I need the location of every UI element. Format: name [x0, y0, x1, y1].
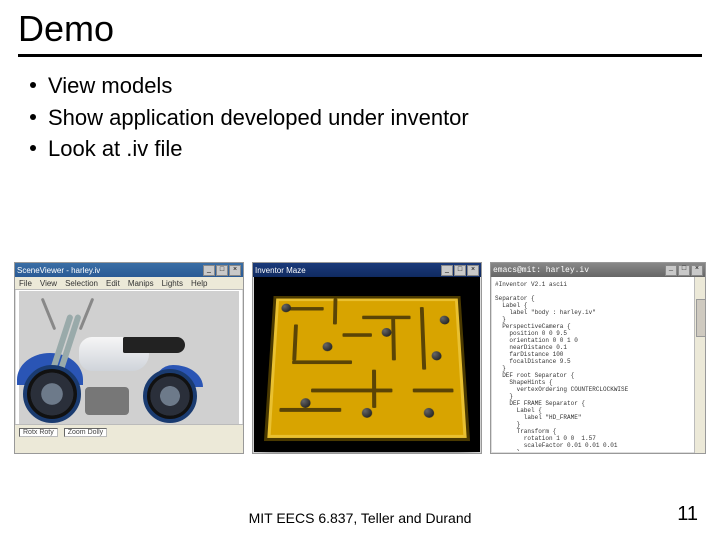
- menu-item: View: [40, 279, 57, 288]
- minimize-icon: _: [441, 265, 453, 276]
- iv-file-content: #Inventor V2.1 ascii Separator { Label {…: [493, 279, 695, 451]
- scrollbar: [694, 277, 705, 453]
- maze-hole: [431, 351, 441, 360]
- front-wheel: [23, 365, 81, 423]
- window-title: emacs@mit: harley.iv: [493, 266, 589, 275]
- page-number: 11: [677, 503, 698, 526]
- maximize-icon: □: [216, 265, 228, 276]
- maze-wall: [362, 316, 410, 319]
- window-titlebar: emacs@mit: harley.iv _ □ ×: [491, 263, 705, 277]
- maze-board: [264, 296, 470, 441]
- bullet-icon: [30, 114, 36, 120]
- maze-wall: [279, 408, 341, 412]
- bullet-list: View models Show application developed u…: [30, 71, 702, 164]
- bullet-text: Show application developed under invento…: [48, 103, 469, 133]
- bullet-icon: [30, 145, 36, 151]
- maximize-icon: □: [454, 265, 466, 276]
- maze-ball: [424, 408, 435, 418]
- window-titlebar: SceneViewer - harley.iv _ □ ×: [15, 263, 243, 277]
- maze-wall: [342, 333, 371, 337]
- menu-item: Manips: [128, 279, 154, 288]
- menu-item: Selection: [65, 279, 98, 288]
- maze-viewport: [261, 285, 473, 445]
- bullet-text: View models: [48, 71, 172, 101]
- maze-wall: [292, 360, 352, 364]
- menu-item: Edit: [106, 279, 120, 288]
- slide-title: Demo: [18, 8, 702, 50]
- status-text: Zoom Dolly: [64, 428, 107, 437]
- maze-hole: [440, 316, 450, 325]
- motorcycle-model: [27, 303, 207, 423]
- list-item: Look at .iv file: [30, 134, 702, 164]
- inventor-maze-window: Inventor Maze _ □ ×: [252, 262, 482, 454]
- maze-hole: [300, 398, 311, 408]
- window-controls: _ □ ×: [441, 265, 479, 276]
- rear-wheel: [143, 369, 197, 423]
- bullet-text: Look at .iv file: [48, 134, 183, 164]
- list-item: View models: [30, 71, 702, 101]
- sceneviewer-viewport: [19, 291, 239, 425]
- close-icon: ×: [229, 265, 241, 276]
- figure-row: SceneViewer - harley.iv _ □ × File View …: [14, 262, 706, 454]
- engine: [85, 387, 129, 415]
- window-title: SceneViewer - harley.iv: [17, 266, 100, 275]
- maze-wall: [292, 324, 298, 360]
- sceneviewer-window: SceneViewer - harley.iv _ □ × File View …: [14, 262, 244, 454]
- window-titlebar: Inventor Maze _ □ ×: [253, 263, 481, 277]
- footer-credit: MIT EECS 6.837, Teller and Durand: [0, 510, 720, 526]
- close-icon: ×: [467, 265, 479, 276]
- slide-footer: MIT EECS 6.837, Teller and Durand 11: [0, 510, 720, 526]
- minimize-icon: _: [203, 265, 215, 276]
- maze-wall: [311, 389, 392, 393]
- list-item: Show application developed under invento…: [30, 103, 702, 133]
- bullet-icon: [30, 82, 36, 88]
- menu-item: Lights: [162, 279, 183, 288]
- status-bar: Rotx Roty Zoom Dolly: [15, 424, 243, 453]
- menu-item: File: [19, 279, 32, 288]
- maze-wall: [420, 307, 426, 370]
- window-title: Inventor Maze: [255, 266, 306, 275]
- maze-hole: [382, 328, 392, 337]
- window-controls: _ □ ×: [203, 265, 241, 276]
- title-rule: [18, 54, 702, 57]
- text-editor-window: emacs@mit: harley.iv _ □ × #Inventor V2.…: [490, 262, 706, 454]
- maze-hole: [362, 408, 372, 418]
- maze-wall: [372, 370, 376, 408]
- menu-bar: File View Selection Edit Manips Lights H…: [15, 277, 243, 290]
- maze-wall: [391, 316, 396, 361]
- maze-hole: [281, 304, 291, 313]
- close-icon: ×: [691, 265, 703, 276]
- window-controls: _ □ ×: [665, 265, 703, 276]
- status-text: Rotx Roty: [19, 428, 58, 437]
- menu-item: Help: [191, 279, 207, 288]
- seat: [123, 337, 185, 353]
- maze-hole: [322, 342, 332, 351]
- maze-wall: [413, 389, 454, 393]
- maximize-icon: □: [678, 265, 690, 276]
- handlebars: [41, 301, 105, 331]
- minimize-icon: _: [665, 265, 677, 276]
- maze-wall: [333, 299, 337, 325]
